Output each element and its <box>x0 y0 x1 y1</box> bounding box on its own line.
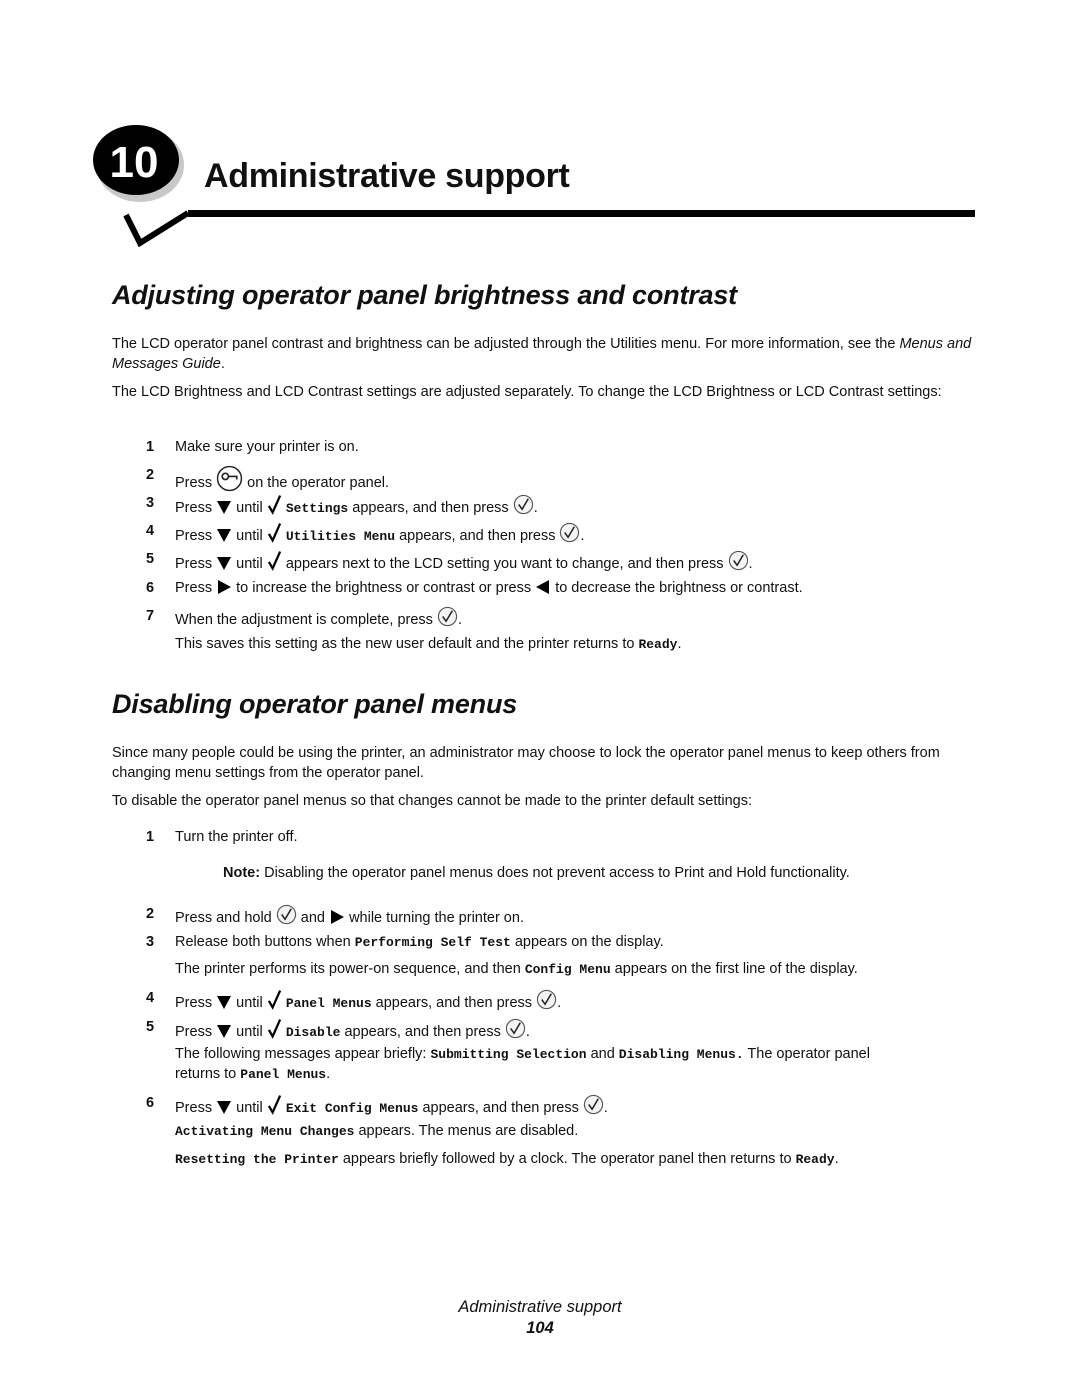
section2-intro: Since many people could be using the pri… <box>112 745 940 781</box>
chapter-rule <box>188 210 975 217</box>
code-text: Exit Config Menus <box>285 1101 419 1116</box>
code-text: Disable <box>285 1025 341 1040</box>
section-heading-brightness: Adjusting operator panel brightness and … <box>112 280 737 310</box>
right-arrow-icon <box>216 579 232 595</box>
section2-para2: To disable the operator panel menus so t… <box>112 793 753 809</box>
s2-step-6-result-2: Resetting the Printer appears briefly fo… <box>175 1151 839 1167</box>
select-button-icon <box>583 1094 604 1115</box>
section1-para2: The LCD Brightness and LCD Contrast sett… <box>112 384 942 400</box>
down-arrow-icon <box>216 499 232 515</box>
down-arrow-icon <box>216 555 232 571</box>
note-label: Note: <box>223 865 261 881</box>
check-mark-icon <box>267 1017 282 1039</box>
code-text: Settings <box>285 501 349 516</box>
code-text: Performing Self Test <box>354 935 511 950</box>
check-mark-icon <box>267 988 282 1010</box>
down-arrow-icon <box>216 1023 232 1039</box>
chapter-number-badge: 10 <box>93 125 190 248</box>
menu-key-icon <box>216 465 243 492</box>
right-arrow-icon <box>329 909 345 925</box>
section-heading-disabling: Disabling operator panel menus <box>112 689 518 719</box>
s2-step-3-result: The printer performs its power-on sequen… <box>175 961 858 977</box>
select-button-icon <box>728 550 749 571</box>
select-button-icon <box>536 989 557 1010</box>
code-text: Panel Menus <box>285 996 372 1011</box>
check-mark-icon <box>267 1093 282 1115</box>
chapter-number: 10 <box>110 138 159 187</box>
code-text: Utilities Menu <box>285 529 396 544</box>
page-number: 104 <box>526 1319 554 1337</box>
s2-step-5-result: The following messages appear briefly: S… <box>175 1046 870 1082</box>
select-button-icon <box>276 904 297 925</box>
select-button-icon <box>559 522 580 543</box>
note: Note: Disabling the operator panel menus… <box>223 865 850 881</box>
check-mark-icon <box>267 549 282 571</box>
s1-step-7-result: This saves this setting as the new user … <box>175 636 682 652</box>
left-arrow-icon <box>535 579 551 595</box>
footer-chapter-title: Administrative support <box>458 1298 622 1316</box>
chapter-title: Administrative support <box>204 157 570 195</box>
down-arrow-icon <box>216 994 232 1010</box>
select-button-icon <box>505 1018 526 1039</box>
select-button-icon <box>437 606 458 627</box>
check-mark-icon <box>267 493 282 515</box>
section1-intro: The LCD operator panel contrast and brig… <box>112 336 972 372</box>
check-mark-icon <box>267 521 282 543</box>
down-arrow-icon <box>216 527 232 543</box>
down-arrow-icon <box>216 1099 232 1115</box>
s2-step-6-result-1: Activating Menu Changes appears. The men… <box>175 1123 579 1139</box>
select-button-icon <box>513 494 534 515</box>
